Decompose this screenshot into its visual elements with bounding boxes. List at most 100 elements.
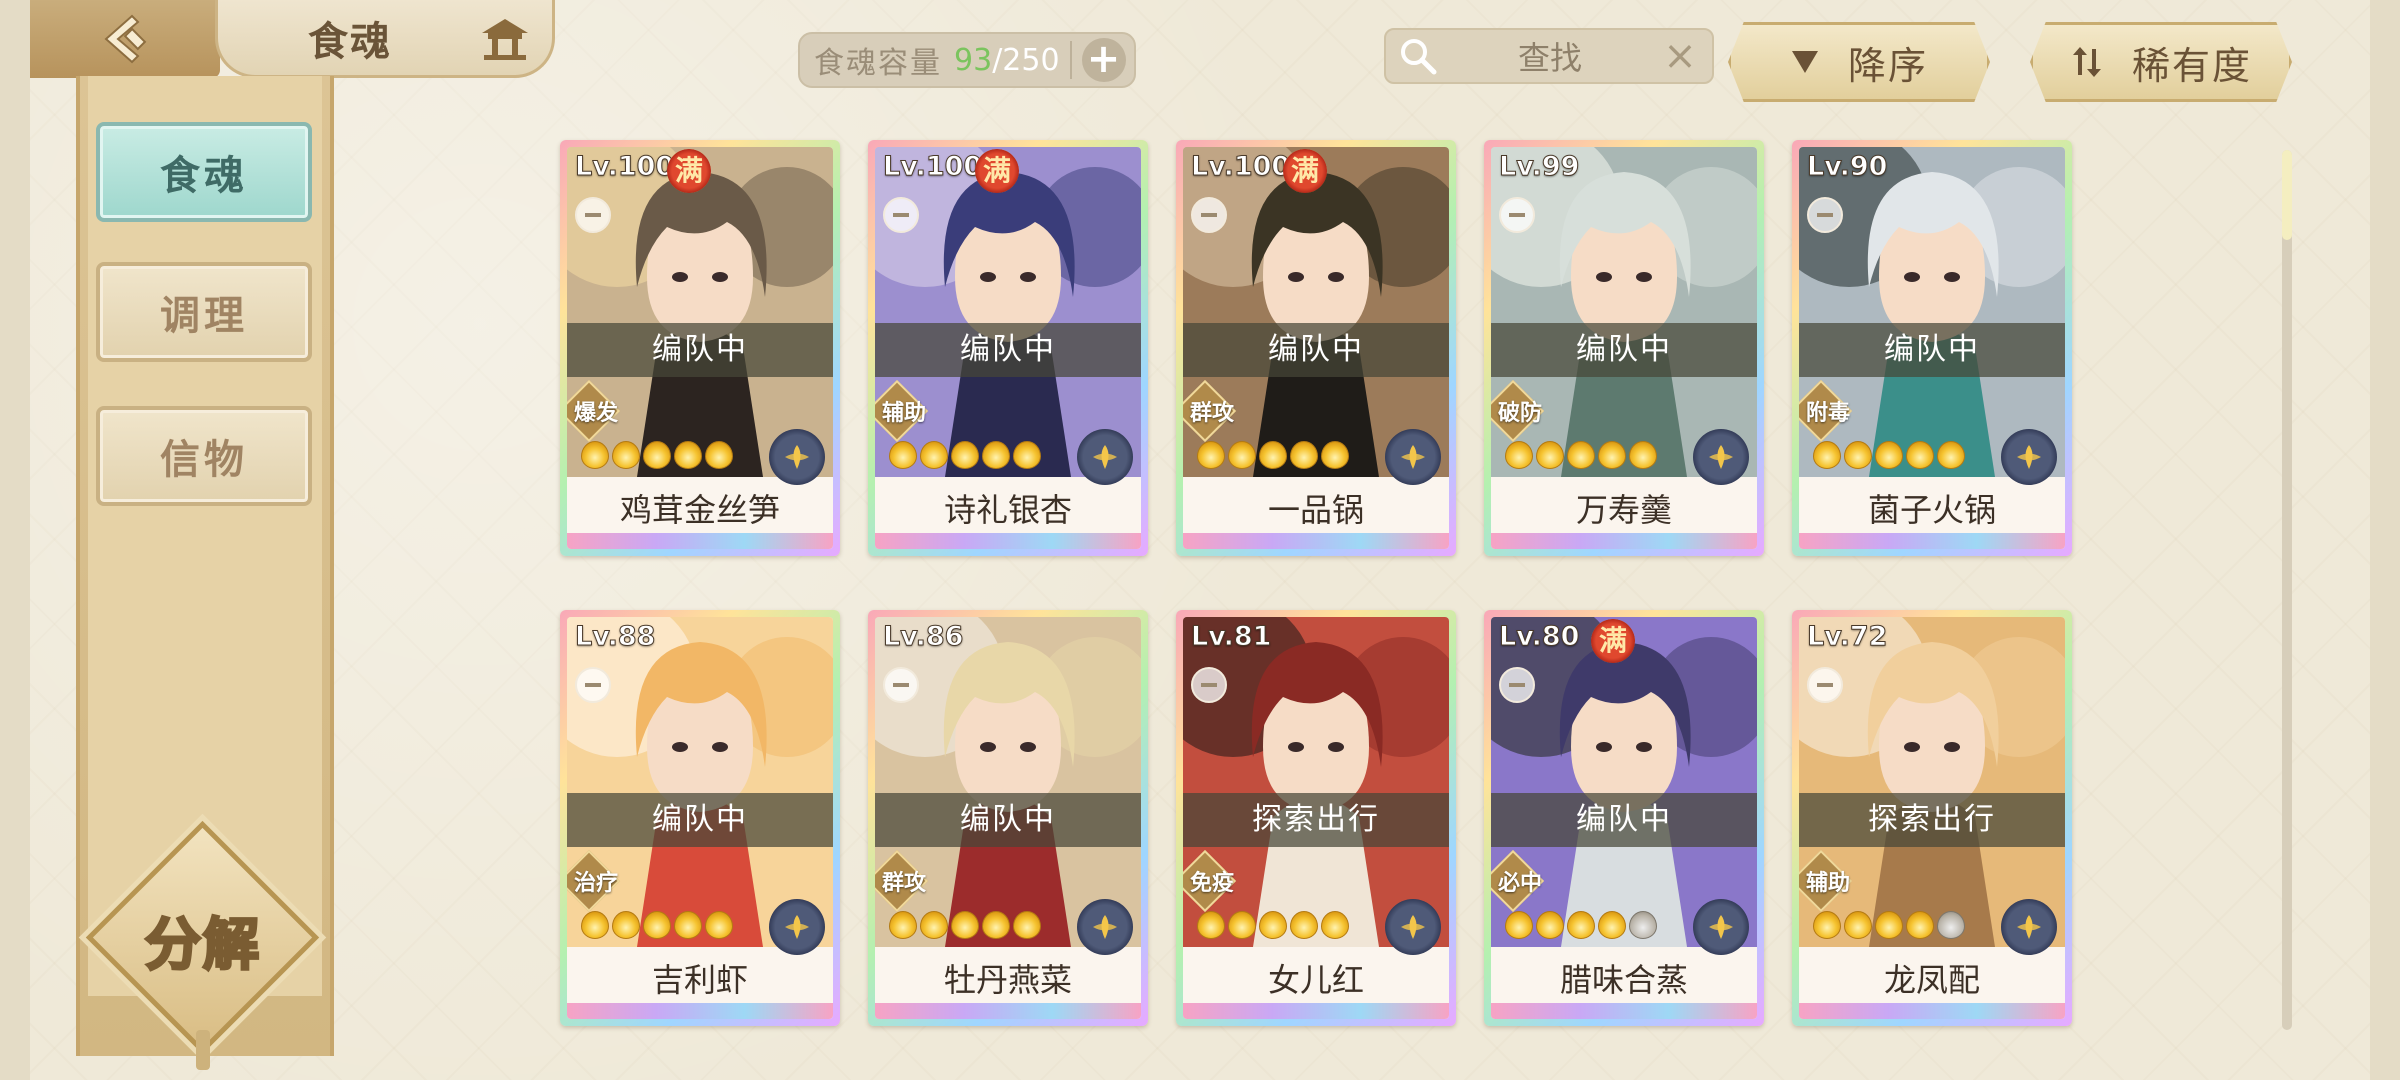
sort-key-label: 稀有度 bbox=[2131, 43, 2252, 88]
card-body: Lv.80 满编队中 必中 腊味合蒸 bbox=[1491, 617, 1757, 1019]
star-icon bbox=[674, 441, 702, 469]
status-label: 编队中 bbox=[1491, 323, 1757, 377]
star-icon bbox=[1228, 441, 1256, 469]
star-icon bbox=[1629, 911, 1657, 939]
back-button[interactable] bbox=[30, 0, 220, 78]
star-icon bbox=[1197, 441, 1225, 469]
role-label: 必中 bbox=[1498, 871, 1543, 896]
star-icon bbox=[612, 441, 640, 469]
sort-order-button[interactable]: 降序 bbox=[1728, 22, 1990, 102]
max-level-badge: 满 bbox=[1283, 149, 1327, 193]
back-arrow-icon bbox=[96, 10, 154, 68]
decompose-tassel bbox=[196, 1030, 210, 1070]
left-edge bbox=[0, 0, 30, 1080]
capacity-divider bbox=[1069, 41, 1072, 79]
element-icon bbox=[1077, 429, 1133, 485]
character-name: 腊味合蒸 bbox=[1559, 961, 1688, 999]
role-badge: 破防 bbox=[1491, 379, 1545, 443]
star-icon bbox=[1906, 441, 1934, 469]
status-label: 探索出行 bbox=[1799, 793, 2065, 847]
card-bottom-strip bbox=[567, 1003, 833, 1019]
element-icon bbox=[1077, 899, 1133, 955]
star-icon bbox=[1844, 441, 1872, 469]
decompose-label[interactable]: 分解 bbox=[118, 900, 288, 981]
star-icon bbox=[1013, 911, 1041, 939]
capacity-separator: / bbox=[992, 42, 1003, 78]
food-soul-card[interactable]: Lv.100 满编队中 辅助 诗礼银杏 bbox=[868, 140, 1148, 556]
level-label: Lv.100 bbox=[574, 151, 675, 183]
star-icon bbox=[643, 441, 671, 469]
character-name: 女儿红 bbox=[1267, 961, 1364, 999]
star-icon bbox=[982, 911, 1010, 939]
food-soul-card[interactable]: Lv.72 探索出行 辅助 龙凤配 bbox=[1792, 610, 2072, 1026]
card-body: Lv.100 满编队中 辅助 诗礼银杏 bbox=[875, 147, 1141, 549]
tab-tokens[interactable]: 信物 bbox=[96, 406, 312, 506]
star-icon bbox=[612, 911, 640, 939]
food-soul-card[interactable]: Lv.90 编队中 附毒 菌子火锅 bbox=[1792, 140, 2072, 556]
star-icon bbox=[1937, 441, 1965, 469]
skin-icon bbox=[1191, 197, 1227, 233]
star-icon bbox=[1290, 441, 1318, 469]
food-soul-card[interactable]: Lv.100 满编队中 爆发 鸡茸金丝笋 bbox=[560, 140, 840, 556]
food-soul-card[interactable]: Lv.80 满编队中 必中 腊味合蒸 bbox=[1484, 610, 1764, 1026]
skin-icon bbox=[1499, 667, 1535, 703]
role-badge: 辅助 bbox=[875, 379, 929, 443]
star-rating bbox=[1197, 911, 1349, 939]
star-icon bbox=[1813, 911, 1841, 939]
close-icon[interactable]: × bbox=[1660, 36, 1700, 76]
character-name: 龙凤配 bbox=[1883, 961, 1980, 999]
card-bottom-strip bbox=[567, 533, 833, 549]
status-label: 编队中 bbox=[1183, 323, 1449, 377]
capacity-label: 食魂容量 bbox=[814, 46, 942, 81]
card-bottom-strip bbox=[1183, 1003, 1449, 1019]
card-bottom-strip bbox=[1183, 533, 1449, 549]
scrollbar-thumb[interactable] bbox=[2282, 150, 2292, 240]
star-icon bbox=[1259, 911, 1287, 939]
status-label: 编队中 bbox=[1799, 323, 2065, 377]
star-icon bbox=[581, 441, 609, 469]
card-body: Lv.88 编队中 治疗 吉利虾 bbox=[567, 617, 833, 1019]
skin-icon bbox=[1499, 197, 1535, 233]
skin-icon bbox=[883, 197, 919, 233]
star-rating bbox=[889, 441, 1041, 469]
star-icon bbox=[705, 441, 733, 469]
level-label: Lv.99 bbox=[1498, 151, 1580, 183]
skin-icon bbox=[575, 667, 611, 703]
search-input[interactable]: 查找 bbox=[1440, 33, 1660, 79]
tab-cooking[interactable]: 调理 bbox=[96, 262, 312, 362]
element-icon bbox=[2001, 899, 2057, 955]
plus-icon[interactable]: + bbox=[1081, 38, 1126, 82]
scrollbar-track[interactable] bbox=[2282, 150, 2292, 1030]
food-soul-card[interactable]: Lv.88 编队中 治疗 吉利虾 bbox=[560, 610, 840, 1026]
status-label: 探索出行 bbox=[1183, 793, 1449, 847]
card-body: Lv.100 满编队中 爆发 鸡茸金丝笋 bbox=[567, 147, 833, 549]
star-icon bbox=[1321, 911, 1349, 939]
character-name: 一品锅 bbox=[1267, 491, 1364, 529]
food-soul-card[interactable]: Lv.99 编队中 破防 万寿羹 bbox=[1484, 140, 1764, 556]
star-icon bbox=[1813, 441, 1841, 469]
star-icon bbox=[1290, 911, 1318, 939]
star-icon bbox=[1321, 441, 1349, 469]
sort-key-button[interactable]: 稀有度 bbox=[2030, 22, 2292, 102]
food-soul-card[interactable]: Lv.100 满编队中 群攻 一品锅 bbox=[1176, 140, 1456, 556]
star-icon bbox=[1259, 441, 1287, 469]
skin-icon bbox=[883, 667, 919, 703]
right-edge bbox=[2370, 0, 2400, 1080]
star-icon bbox=[889, 441, 917, 469]
card-bottom-strip bbox=[1491, 533, 1757, 549]
card-body: Lv.99 编队中 破防 万寿羹 bbox=[1491, 147, 1757, 549]
element-icon bbox=[769, 429, 825, 485]
card-body: Lv.100 满编队中 群攻 一品锅 bbox=[1183, 147, 1449, 549]
tab-food-souls[interactable]: 食魂 bbox=[96, 122, 312, 222]
role-badge: 辅助 bbox=[1799, 849, 1853, 913]
element-icon bbox=[1385, 899, 1441, 955]
food-soul-card[interactable]: Lv.81 探索出行 免疫 女儿红 bbox=[1176, 610, 1456, 1026]
star-icon bbox=[643, 911, 671, 939]
pagoda-home-icon[interactable] bbox=[475, 14, 535, 64]
role-label: 辅助 bbox=[882, 401, 927, 426]
card-body: Lv.90 编队中 附毒 菌子火锅 bbox=[1799, 147, 2065, 549]
food-soul-card[interactable]: Lv.86 编队中 群攻 牡丹燕菜 bbox=[868, 610, 1148, 1026]
star-rating bbox=[889, 911, 1041, 939]
element-icon bbox=[1693, 429, 1749, 485]
search-box[interactable]: 查找 × bbox=[1384, 28, 1714, 84]
